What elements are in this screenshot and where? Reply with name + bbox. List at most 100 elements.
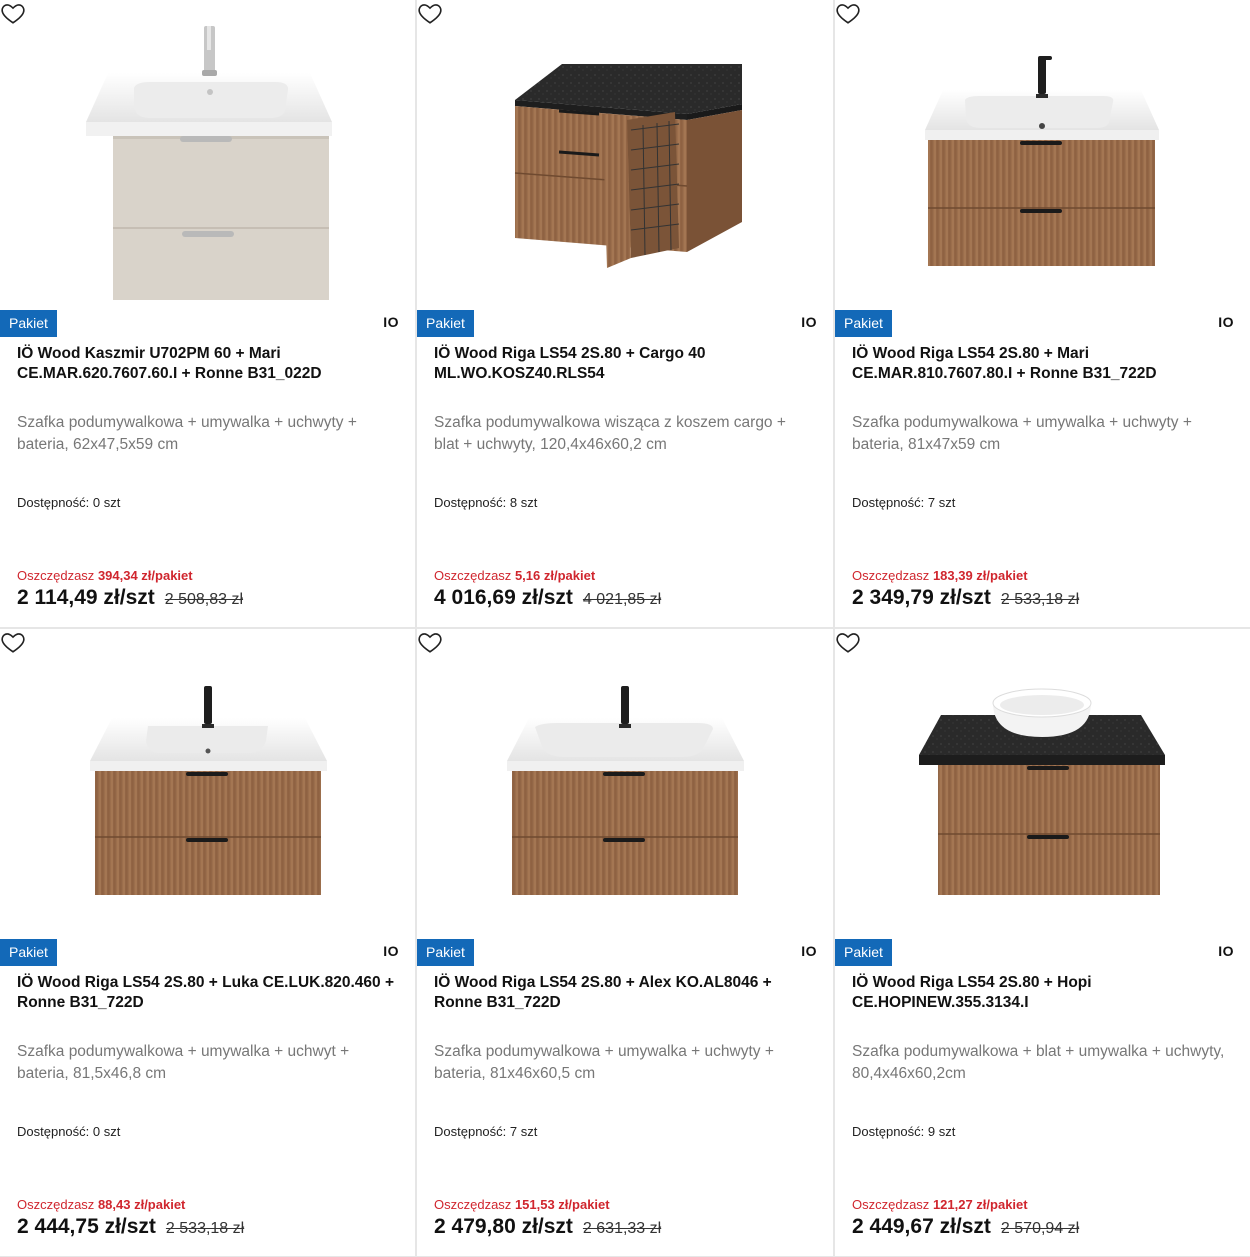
heart-outline-icon[interactable] bbox=[835, 629, 861, 655]
current-price: 2 114,49 zł/szt bbox=[17, 586, 155, 609]
product-image[interactable] bbox=[835, 0, 1250, 308]
product-description: Szafka podumywalkowa + umywalka + uchwyt… bbox=[17, 1043, 350, 1082]
availability: Dostępność: 7 szt bbox=[434, 1124, 537, 1139]
product-title[interactable]: IÖ Wood Kaszmir U702PM 60 + Mari CE.MAR.… bbox=[17, 344, 395, 384]
savings-label: Oszczędzasz bbox=[852, 568, 930, 583]
savings: Oszczędzasz 88,43 zł/pakiet bbox=[17, 1197, 185, 1212]
savings-amount: 151,53 zł/pakiet bbox=[514, 1197, 610, 1212]
brand-logo: IO bbox=[801, 314, 817, 330]
brand-logo: IO bbox=[1218, 314, 1234, 330]
availability: Dostępność: 0 szt bbox=[17, 1124, 120, 1139]
availability: Dostępność: 8 szt bbox=[434, 495, 537, 510]
wood-cabinet-sink-image bbox=[90, 686, 327, 895]
current-price: 2 349,79 zł/szt bbox=[852, 586, 991, 609]
product-description: Szafka podumywalkowa + umywalka + uchwyt… bbox=[17, 414, 357, 453]
availability-value: 0 szt bbox=[92, 495, 121, 510]
savings-amount: 5,16 zł/pakiet bbox=[514, 568, 596, 583]
savings-label: Oszczędzasz bbox=[434, 568, 512, 583]
cargo-cabinet-image bbox=[514, 64, 742, 268]
availability-label: Dostępność: bbox=[17, 1124, 90, 1139]
savings-label: Oszczędzasz bbox=[17, 568, 95, 583]
vessel-bowl-cabinet-image bbox=[919, 688, 1165, 895]
wood-cabinet-sink-image bbox=[507, 686, 744, 895]
savings-label: Oszczędzasz bbox=[852, 1197, 930, 1212]
product-card[interactable]: Pakiet IO IÖ Wood Riga LS54 2S.80 + Hopi… bbox=[835, 629, 1250, 1256]
product-image[interactable] bbox=[0, 629, 415, 937]
package-badge: Pakiet bbox=[417, 939, 474, 966]
heart-outline-icon[interactable] bbox=[0, 629, 26, 655]
heart-outline-icon[interactable] bbox=[835, 0, 861, 26]
package-badge: Pakiet bbox=[0, 310, 57, 337]
heart-outline-icon[interactable] bbox=[417, 0, 443, 26]
savings: Oszczędzasz 151,53 zł/pakiet bbox=[434, 1197, 610, 1212]
product-image[interactable] bbox=[0, 0, 415, 308]
brand-logo: IO bbox=[1218, 943, 1234, 959]
product-card[interactable]: Pakiet IO IÖ Wood Riga LS54 2S.80 + Mari… bbox=[835, 0, 1250, 627]
availability-value: 7 szt bbox=[927, 495, 956, 510]
old-price: 2 570,94 zł bbox=[1000, 1220, 1080, 1237]
price-row: 2 449,67 zł/szt 2 570,94 zł bbox=[852, 1215, 1079, 1239]
availability: Dostępność: 9 szt bbox=[852, 1124, 955, 1139]
savings: Oszczędzasz 394,34 zł/pakiet bbox=[17, 568, 193, 583]
package-badge: Pakiet bbox=[835, 310, 892, 337]
availability-value: 7 szt bbox=[509, 1124, 538, 1139]
beige-cabinet-image bbox=[86, 26, 332, 300]
price-row: 2 444,75 zł/szt 2 533,18 zł bbox=[17, 1215, 244, 1239]
product-card[interactable]: Pakiet IO IÖ Wood Riga LS54 2S.80 + Carg… bbox=[417, 0, 833, 627]
current-price: 2 449,67 zł/szt bbox=[852, 1215, 991, 1238]
old-price: 2 508,83 zł bbox=[164, 591, 244, 608]
savings: Oszczędzasz 121,27 zł/pakiet bbox=[852, 1197, 1028, 1212]
product-card[interactable]: Pakiet IO IÖ Wood Riga LS54 2S.80 + Luka… bbox=[0, 629, 415, 1256]
product-title[interactable]: IÖ Wood Riga LS54 2S.80 + Cargo 40 ML.WO… bbox=[434, 344, 813, 384]
current-price: 2 479,80 zł/szt bbox=[434, 1215, 573, 1238]
savings-label: Oszczędzasz bbox=[17, 1197, 95, 1212]
savings-amount: 394,34 zł/pakiet bbox=[97, 568, 193, 583]
product-card[interactable]: Pakiet IO IÖ Wood Riga LS54 2S.80 + Alex… bbox=[417, 629, 833, 1256]
old-price: 2 533,18 zł bbox=[1000, 591, 1080, 608]
product-description: Szafka podumywalkowa + blat + umywalka +… bbox=[852, 1043, 1225, 1082]
product-description: Szafka podumywalkowa wisząca z koszem ca… bbox=[434, 414, 786, 453]
savings: Oszczędzasz 5,16 zł/pakiet bbox=[434, 568, 595, 583]
product-title[interactable]: IÖ Wood Riga LS54 2S.80 + Mari CE.MAR.81… bbox=[852, 344, 1230, 384]
product-image[interactable] bbox=[417, 0, 833, 308]
availability-label: Dostępność: bbox=[434, 495, 507, 510]
product-grid: Pakiet IO IÖ Wood Kaszmir U702PM 60 + Ma… bbox=[0, 0, 1250, 1257]
availability-value: 9 szt bbox=[927, 1124, 956, 1139]
availability-label: Dostępność: bbox=[17, 495, 90, 510]
current-price: 2 444,75 zł/szt bbox=[17, 1215, 156, 1238]
old-price: 4 021,85 zł bbox=[582, 591, 662, 608]
savings-amount: 121,27 zł/pakiet bbox=[932, 1197, 1028, 1212]
package-badge: Pakiet bbox=[835, 939, 892, 966]
product-title[interactable]: IÖ Wood Riga LS54 2S.80 + Alex KO.AL8046… bbox=[434, 973, 813, 1013]
product-card[interactable]: Pakiet IO IÖ Wood Kaszmir U702PM 60 + Ma… bbox=[0, 0, 415, 627]
wood-cabinet-sink-image bbox=[925, 56, 1159, 266]
price-row: 2 349,79 zł/szt 2 533,18 zł bbox=[852, 586, 1079, 610]
price-row: 2 114,49 zł/szt 2 508,83 zł bbox=[17, 586, 243, 610]
product-title[interactable]: IÖ Wood Riga LS54 2S.80 + Luka CE.LUK.82… bbox=[17, 973, 395, 1013]
availability-value: 8 szt bbox=[509, 495, 538, 510]
availability: Dostępność: 0 szt bbox=[17, 495, 120, 510]
heart-outline-icon[interactable] bbox=[0, 0, 26, 26]
savings-label: Oszczędzasz bbox=[434, 1197, 512, 1212]
product-image[interactable] bbox=[417, 629, 833, 937]
savings: Oszczędzasz 183,39 zł/pakiet bbox=[852, 568, 1028, 583]
savings-amount: 183,39 zł/pakiet bbox=[932, 568, 1028, 583]
product-image[interactable] bbox=[835, 629, 1250, 937]
availability-label: Dostępność: bbox=[852, 495, 925, 510]
package-badge: Pakiet bbox=[417, 310, 474, 337]
product-description: Szafka podumywalkowa + umywalka + uchwyt… bbox=[852, 414, 1192, 453]
availability: Dostępność: 7 szt bbox=[852, 495, 955, 510]
product-description: Szafka podumywalkowa + umywalka + uchwyt… bbox=[434, 1043, 774, 1082]
product-title[interactable]: IÖ Wood Riga LS54 2S.80 + Hopi CE.HOPINE… bbox=[852, 973, 1230, 1013]
heart-outline-icon[interactable] bbox=[417, 629, 443, 655]
brand-logo: IO bbox=[383, 314, 399, 330]
availability-value: 0 szt bbox=[92, 1124, 121, 1139]
package-badge: Pakiet bbox=[0, 939, 57, 966]
current-price: 4 016,69 zł/szt bbox=[434, 586, 573, 609]
brand-logo: IO bbox=[383, 943, 399, 959]
availability-label: Dostępność: bbox=[852, 1124, 925, 1139]
availability-label: Dostępność: bbox=[434, 1124, 507, 1139]
price-row: 4 016,69 zł/szt 4 021,85 zł bbox=[434, 586, 661, 610]
old-price: 2 533,18 zł bbox=[165, 1220, 245, 1237]
brand-logo: IO bbox=[801, 943, 817, 959]
